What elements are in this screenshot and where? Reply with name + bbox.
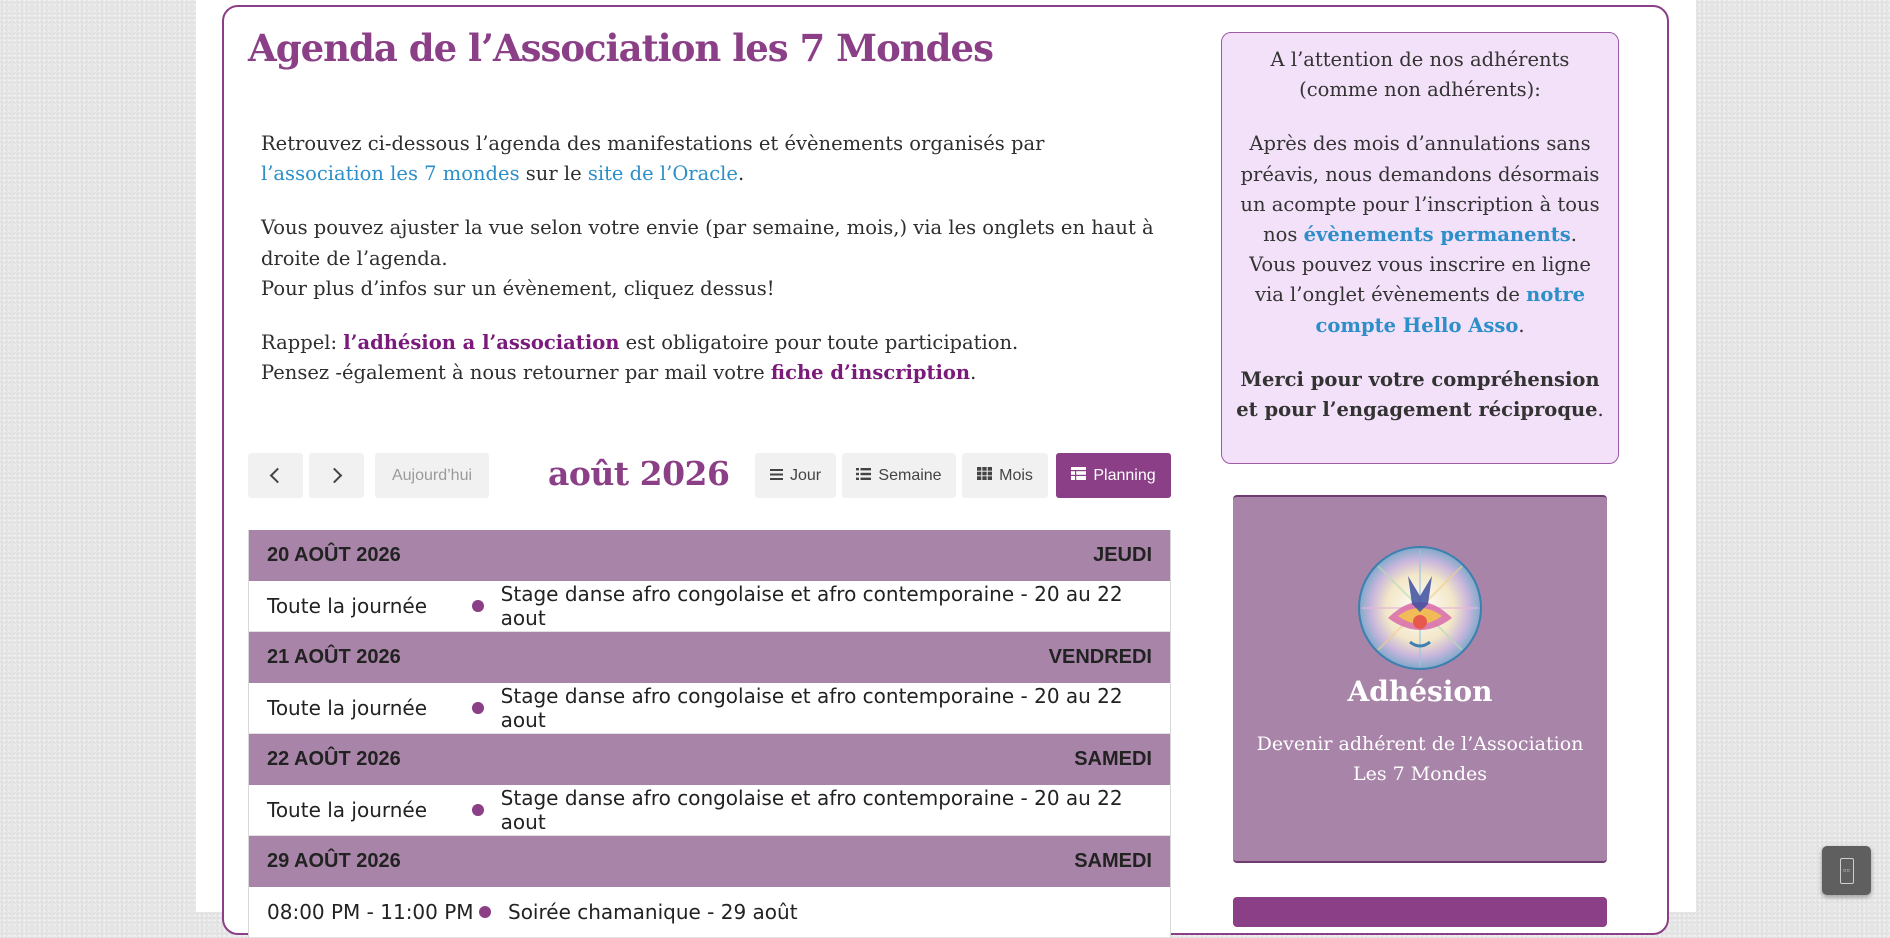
event-dot-icon	[472, 600, 484, 612]
event-time: 08:00 PM - 11:00 PM	[267, 900, 474, 924]
day-date: 22 AOÛT 2026	[267, 748, 401, 770]
chevron-right-icon	[326, 467, 343, 484]
event-row[interactable]: Toute la journée Stage danse afro congol…	[249, 581, 1170, 632]
day-weekday: VENDREDI	[1048, 646, 1152, 668]
next-button[interactable]	[309, 453, 364, 498]
day-header: 22 AOÛT 2026 SAMEDI	[249, 734, 1170, 785]
list-icon	[769, 467, 783, 485]
view-week-button[interactable]: Semaine	[842, 453, 956, 498]
grid-icon	[977, 466, 993, 485]
adhesion-title[interactable]: Adhésion	[1233, 675, 1607, 708]
permanent-events-link[interactable]: évènements permanents	[1304, 223, 1571, 246]
day-weekday: SAMEDI	[1074, 748, 1152, 770]
association-link[interactable]: l’association les 7 mondes	[261, 162, 520, 185]
view-planning-button[interactable]: Planning	[1056, 453, 1171, 498]
day-weekday: JEUDI	[1093, 544, 1152, 566]
intro-paragraph-1: Retrouvez ci-dessous l’agenda des manife…	[261, 132, 1045, 186]
intro-paragraph-3: Rappel: l’adhésion a l’association est o…	[261, 331, 1019, 385]
day-weekday: SAMEDI	[1074, 850, 1152, 872]
floating-button[interactable]: ▫▫	[1822, 846, 1871, 895]
event-time: Toute la journée	[267, 798, 428, 822]
intro-text: Retrouvez ci-dessous l’agenda des manife…	[261, 129, 1161, 412]
next-card	[1233, 897, 1607, 927]
event-time: Toute la journée	[267, 696, 428, 720]
list-icon	[856, 467, 872, 485]
adhesion-description: Devenir adhérent de l’Association Les 7 …	[1256, 733, 1584, 785]
event-title[interactable]: Stage danse afro congolaise et afro cont…	[501, 582, 1152, 630]
event-title[interactable]: Stage danse afro congolaise et afro cont…	[501, 684, 1152, 732]
day-date: 21 AOÛT 2026	[267, 646, 401, 668]
schedule-list: 20 AOÛT 2026 JEUDI Toute la journée Stag…	[248, 530, 1171, 938]
event-dot-icon	[479, 906, 491, 918]
association-logo-icon	[1358, 546, 1482, 670]
scroll-to-top-icon: ▫▫	[1839, 857, 1854, 884]
event-dot-icon	[472, 702, 484, 714]
notice-paragraph-2: Après des mois d’annulations sans préavi…	[1240, 132, 1600, 337]
chevron-left-icon	[269, 467, 286, 484]
event-row[interactable]: 08:00 PM - 11:00 PM Soirée chamanique - …	[249, 887, 1170, 938]
table-icon	[1071, 466, 1087, 485]
view-day-button[interactable]: Jour	[755, 453, 836, 498]
notice-paragraph-3: Merci pour votre compréhension et pour l…	[1236, 367, 1604, 422]
event-dot-icon	[472, 804, 484, 816]
day-header: 21 AOÛT 2026 VENDREDI	[249, 632, 1170, 683]
event-title[interactable]: Soirée chamanique - 29 août	[508, 900, 798, 924]
notice-paragraph-1: A l’attention de nos adhérents (comme no…	[1270, 48, 1570, 102]
notice-box: A l’attention de nos adhérents (comme no…	[1221, 32, 1619, 464]
prev-button[interactable]	[248, 453, 303, 498]
day-date: 20 AOÛT 2026	[267, 544, 401, 566]
event-time: Toute la journée	[267, 594, 428, 618]
intro-paragraph-2: Vous pouvez ajuster la vue selon votre e…	[261, 216, 1154, 300]
today-button[interactable]: Aujourd’hui	[375, 453, 489, 498]
adhesion-card[interactable]: Adhésion Devenir adhérent de l’Associati…	[1233, 495, 1607, 863]
day-header: 20 AOÛT 2026 JEUDI	[249, 530, 1170, 581]
page-title: Agenda de l’Association les 7 Mondes	[248, 26, 994, 70]
day-date: 29 AOÛT 2026	[267, 850, 401, 872]
calendar-period-title: août 2026	[548, 454, 730, 493]
event-row[interactable]: Toute la journée Stage danse afro congol…	[249, 785, 1170, 836]
registration-form-link[interactable]: fiche d’inscription	[771, 361, 970, 384]
oracle-site-link[interactable]: site de l’Oracle	[588, 162, 738, 185]
day-header: 29 AOÛT 2026 SAMEDI	[249, 836, 1170, 887]
event-row[interactable]: Toute la journée Stage danse afro congol…	[249, 683, 1170, 734]
adhesion-link[interactable]: l’adhésion a l’association	[343, 331, 619, 354]
event-title[interactable]: Stage danse afro congolaise et afro cont…	[501, 786, 1152, 834]
view-month-button[interactable]: Mois	[962, 453, 1048, 498]
